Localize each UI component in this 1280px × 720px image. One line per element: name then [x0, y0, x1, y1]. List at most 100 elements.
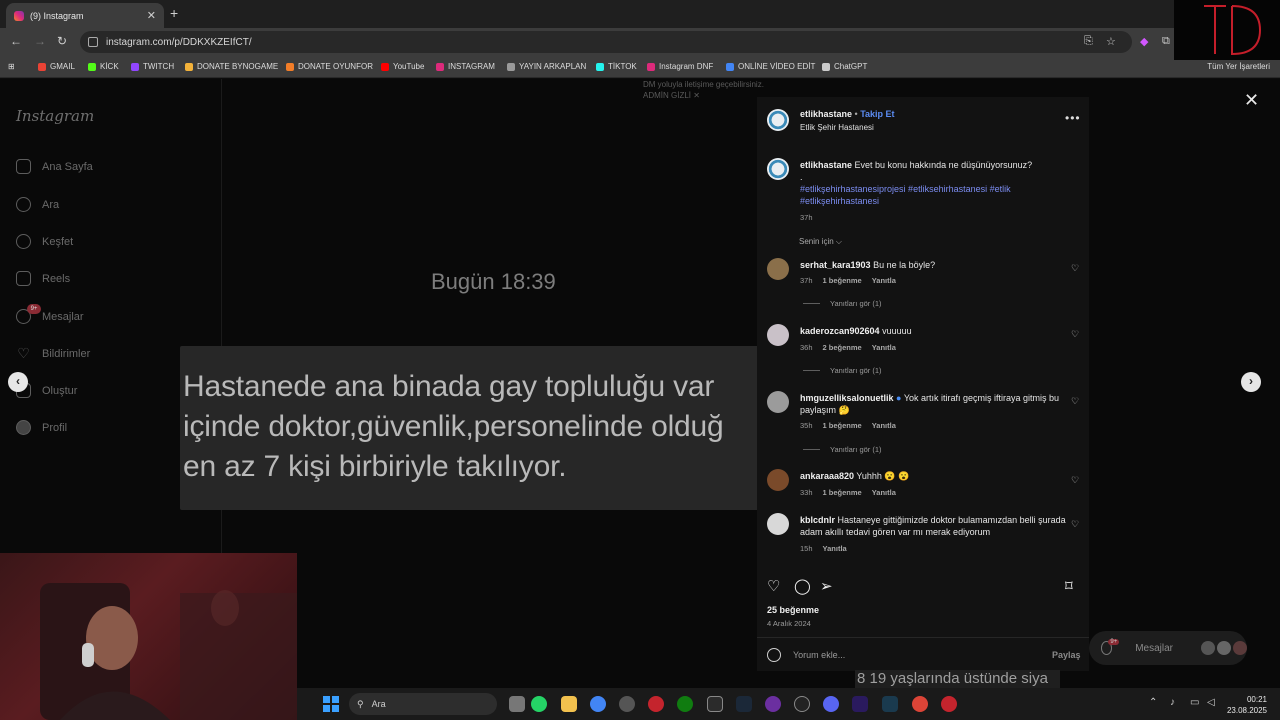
extension-icon[interactable]: ◆ — [1140, 35, 1148, 48]
tab-close-icon[interactable]: ✕ — [147, 9, 156, 22]
star-icon[interactable]: ☆ — [1106, 35, 1116, 48]
volume-icon[interactable]: ◁ — [1207, 697, 1215, 708]
tray-chevron-icon[interactable]: ⌃ — [1149, 697, 1157, 708]
bookmark-item[interactable]: ONLİNE VİDEO EDİT — [726, 62, 815, 71]
nav-messages[interactable]: Mesajlar — [16, 309, 84, 324]
back-icon[interactable]: ← — [10, 34, 22, 48]
premiere-icon[interactable] — [852, 696, 868, 712]
follow-button[interactable]: Takip Et — [860, 109, 894, 119]
app-icon[interactable] — [765, 696, 781, 712]
comment-likes[interactable]: 1 beğenme — [823, 488, 862, 497]
comment-user[interactable]: kaderozcan902604 — [800, 326, 880, 336]
comment-sort-dropdown[interactable]: Senin için ⌵ — [799, 237, 842, 247]
save-bookmark-icon[interactable]: ⌑ — [1065, 577, 1073, 595]
reply-button[interactable]: Yanıtla — [872, 276, 896, 285]
next-post-button[interactable]: › — [1241, 372, 1261, 392]
comment-avatar[interactable] — [767, 513, 789, 535]
audition-icon[interactable] — [882, 696, 898, 712]
nav-profile[interactable]: Profil — [16, 420, 67, 435]
record-app-icon[interactable] — [648, 696, 664, 712]
new-tab-button[interactable]: + — [170, 5, 178, 21]
bookmark-item[interactable]: TİKTOK — [596, 62, 637, 71]
bookmark-item[interactable]: YouTube — [381, 62, 424, 71]
comment-bubble-icon[interactable]: ◯ — [794, 577, 811, 595]
reply-button[interactable]: Yanıtla — [872, 488, 896, 497]
like-comment-heart-icon[interactable]: ♡ — [1071, 475, 1079, 486]
bookmark-item[interactable]: Instagram DNF — [647, 62, 713, 71]
caption-hashtags[interactable]: #etlikşehirhastanesiprojesi #etliksehirh… — [800, 183, 1070, 207]
reload-icon[interactable]: ↻ — [57, 34, 67, 48]
like-comment-heart-icon[interactable]: ♡ — [1071, 396, 1079, 407]
whatsapp-icon[interactable] — [531, 696, 547, 712]
post-comment-button[interactable]: Paylaş — [1052, 650, 1081, 660]
record-app-icon-2[interactable] — [941, 696, 957, 712]
caption-user[interactable]: etlikhastane — [800, 160, 852, 170]
xbox-icon[interactable] — [677, 696, 693, 712]
taskbar-search[interactable]: ⚲ Ara — [349, 693, 497, 715]
chrome-profile-icon[interactable] — [912, 696, 928, 712]
steam-icon[interactable] — [736, 696, 752, 712]
reply-button[interactable]: Yanıtla — [823, 544, 847, 553]
bookmark-item[interactable]: TWITCH — [131, 62, 174, 71]
like-comment-heart-icon[interactable]: ♡ — [1071, 329, 1079, 340]
apps-grid-icon[interactable]: ⊞ — [8, 62, 15, 71]
caption-avatar[interactable] — [767, 158, 789, 180]
chrome-icon[interactable] — [590, 696, 606, 712]
explorer-app-icon[interactable] — [509, 696, 525, 712]
bookmark-item[interactable]: YAYIN ARKAPLAN — [507, 62, 586, 71]
like-comment-heart-icon[interactable]: ♡ — [1071, 519, 1079, 530]
comment-user[interactable]: kblcdnlr — [800, 515, 835, 525]
comment-avatar[interactable] — [767, 391, 789, 413]
browser-tab[interactable]: (9) Instagram ✕ — [6, 3, 164, 28]
nav-reels[interactable]: Reels — [16, 271, 70, 286]
extensions-puzzle-icon[interactable]: ⧉ — [1162, 35, 1170, 48]
mic-icon[interactable]: ♪ — [1170, 697, 1175, 708]
taskbar-clock[interactable]: 00:21 23.08.2025 — [1225, 694, 1267, 716]
like-comment-heart-icon[interactable]: ♡ — [1071, 263, 1079, 274]
obs-icon[interactable] — [619, 696, 635, 712]
comment-user[interactable]: hmguzelliksalonuetlik — [800, 393, 894, 403]
comment-likes[interactable]: 2 beğenme — [823, 343, 862, 352]
comment-input[interactable]: Yorum ekle... — [793, 650, 845, 660]
all-bookmarks-folder[interactable]: Tüm Yer İşaretleri — [1207, 62, 1270, 71]
network-icon[interactable]: ▭ — [1190, 697, 1199, 708]
share-send-icon[interactable]: ➢ — [820, 577, 833, 595]
account-avatar[interactable] — [767, 109, 789, 131]
comment-likes[interactable]: 1 beğenme — [823, 421, 862, 430]
comment-likes[interactable]: 1 beğenme — [823, 276, 862, 285]
reply-button[interactable]: Yanıtla — [872, 421, 896, 430]
forward-icon[interactable]: → — [34, 34, 46, 48]
comment-avatar[interactable] — [767, 258, 789, 280]
account-name[interactable]: etlikhastane — [800, 109, 852, 119]
install-icon[interactable]: ⎘ — [1084, 35, 1093, 48]
bookmark-item[interactable]: DONATE OYUNFOR — [286, 62, 373, 71]
nav-home[interactable]: Ana Sayfa — [16, 159, 93, 174]
nav-explore[interactable]: Keşfet — [16, 234, 73, 249]
previous-post-button[interactable]: ‹ — [8, 372, 28, 392]
close-icon[interactable]: ✕ — [1244, 90, 1259, 111]
likes-count[interactable]: 25 beğenme — [767, 605, 819, 615]
folder-icon[interactable] — [561, 696, 577, 712]
bookmark-item[interactable]: DONATE BYNOGAME — [185, 62, 278, 71]
discord-icon[interactable] — [823, 696, 839, 712]
game-app-icon[interactable] — [707, 696, 723, 712]
messages-pill[interactable]: 9+ Mesajlar — [1089, 631, 1247, 665]
address-bar[interactable]: instagram.com/p/DDKXKZEIfCT/ — [80, 31, 1132, 53]
bookmark-item[interactable]: KİCK — [88, 62, 119, 71]
bookmark-item[interactable]: GMAIL — [38, 62, 75, 71]
nav-search[interactable]: Ara — [16, 197, 59, 212]
comment-user[interactable]: ankaraaa820 — [800, 471, 854, 481]
view-replies-button[interactable]: Yanıtları gör (1) — [803, 366, 882, 375]
bookmark-item[interactable]: ChatGPT — [822, 62, 867, 71]
windows-start-icon[interactable] — [323, 696, 339, 712]
comment-user[interactable]: serhat_kara1903 — [800, 260, 871, 270]
view-replies-button[interactable]: Yanıtları gör (1) — [803, 299, 882, 308]
bookmark-item[interactable]: INSTAGRAM — [436, 62, 495, 71]
nav-notifications[interactable]: ♡ Bildirimler — [16, 346, 90, 361]
comment-avatar[interactable] — [767, 469, 789, 491]
epic-icon[interactable] — [794, 696, 810, 712]
more-options-icon[interactable]: ••• — [1065, 111, 1081, 125]
emoji-icon[interactable] — [767, 648, 781, 662]
reply-button[interactable]: Yanıtla — [872, 343, 896, 352]
like-heart-icon[interactable]: ♡ — [767, 577, 780, 595]
